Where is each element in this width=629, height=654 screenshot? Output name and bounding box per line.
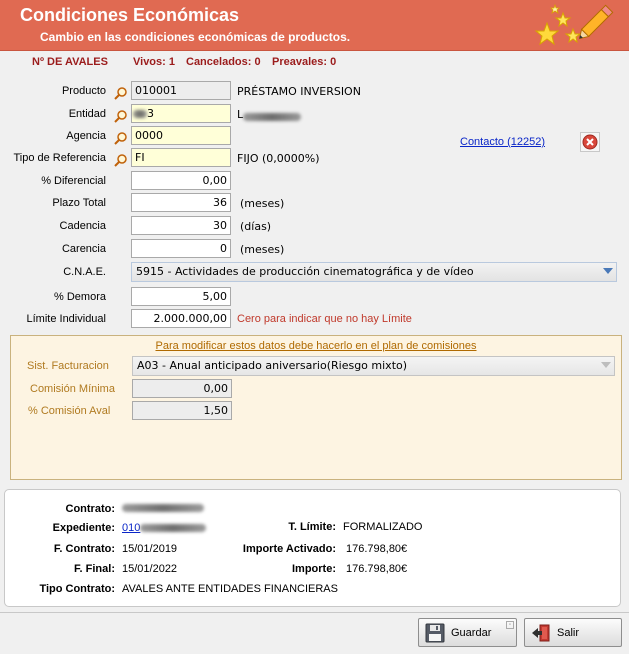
header-banner: Condiciones Económicas Cambio en las con…: [0, 0, 629, 51]
vivos-count: Vivos: 1: [133, 56, 175, 68]
demora-field[interactable]: 5,00: [131, 287, 231, 306]
carencia-unit: (meses): [240, 243, 285, 256]
stars-pencil-icon: [534, 3, 614, 46]
tipo-referencia-field[interactable]: FI: [131, 148, 231, 167]
cadencia-label: Cadencia: [59, 220, 106, 232]
limite-hint: Cero para indicar que no hay Límite: [237, 313, 412, 325]
cnae-value: 5915 - Actividades de producción cinemat…: [136, 265, 474, 278]
cnae-label: C.N.A.E.: [63, 266, 106, 278]
page-subtitle: Cambio en las condiciones económicas de …: [40, 30, 351, 44]
tipo-referencia-description: FIJO (0,0000%): [237, 152, 320, 165]
sist-facturacion-label: Sist. Facturacion: [27, 360, 109, 372]
page-title: Condiciones Económicas: [20, 5, 240, 25]
sist-facturacion-select: A03 - Anual anticipado aniversario(Riesg…: [132, 356, 615, 376]
importe-activado-label: Importe Activado:: [242, 543, 336, 555]
preavales-count: Preavales: 0: [272, 56, 337, 68]
magnifier-icon[interactable]: [114, 153, 128, 167]
contrato-label: Contrato:: [65, 503, 116, 515]
magnifier-icon[interactable]: [114, 131, 128, 145]
contacto-link[interactable]: Contacto (12252): [460, 136, 545, 148]
footer-divider: [0, 612, 629, 613]
comision-minima-field: 0,00: [132, 379, 232, 398]
t-limite-value: FORMALIZADO: [343, 521, 423, 533]
plazo-total-label: Plazo Total: [52, 197, 106, 209]
expediente-link[interactable]: 010: [122, 522, 140, 534]
comisiones-note-link[interactable]: Para modificar estos datos debe hacerlo …: [11, 340, 621, 352]
redacted-entidad: [133, 110, 147, 118]
plazo-total-field[interactable]: 36: [131, 193, 231, 212]
agencia-label: Agencia: [66, 130, 106, 142]
producto-description: PRÉSTAMO INVERSION: [237, 85, 361, 98]
save-disk-icon: [425, 623, 445, 642]
producto-field: 010001: [131, 81, 231, 100]
sist-facturacion-value: A03 - Anual anticipado aniversario(Riesg…: [137, 359, 408, 372]
exit-door-icon: [532, 624, 550, 641]
tipo-contrato-label: Tipo Contrato:: [39, 583, 115, 595]
f-final-value: 15/01/2022: [122, 563, 178, 575]
f-final-label: F. Final:: [74, 563, 115, 575]
cadencia-unit: (días): [240, 220, 272, 233]
f-contrato-value: 15/01/2019: [122, 543, 178, 555]
diferencial-field[interactable]: 0,00: [131, 171, 231, 190]
f-contrato-label: F. Contrato:: [53, 543, 115, 555]
importe-value: 176.798,80€: [346, 563, 408, 575]
chevron-down-icon: [601, 362, 611, 368]
shortcut-indicator-icon: ▫: [506, 621, 514, 629]
guardar-label: Guardar: [451, 626, 492, 639]
entidad-description: L: [237, 108, 244, 121]
comision-aval-field: 1,50: [132, 401, 232, 420]
contract-info-panel: Contrato: Expediente: 010 F. Contrato: 1…: [4, 489, 621, 607]
producto-label: Producto: [61, 85, 106, 97]
importe-activado-value: 176.798,80€: [346, 543, 408, 555]
salir-label: Salir: [557, 626, 580, 639]
chevron-down-icon: [603, 268, 613, 274]
redacted-entidad-name: [243, 113, 301, 121]
comisiones-panel: Para modificar estos datos debe hacerlo …: [10, 335, 622, 480]
diferencial-label: % Diferencial: [41, 175, 106, 187]
magnifier-icon[interactable]: [114, 86, 128, 100]
tipo-referencia-label: Tipo de Referencia: [13, 152, 106, 164]
avales-count-label: Nº DE AVALES: [32, 56, 108, 68]
limite-individual-field[interactable]: 2.000.000,00: [131, 309, 231, 328]
comision-aval-label: % Comisión Aval: [28, 405, 111, 417]
cnae-select[interactable]: 5915 - Actividades de producción cinemat…: [131, 262, 617, 282]
entidad-label: Entidad: [68, 108, 106, 120]
expediente-label: Expediente:: [52, 522, 115, 534]
cadencia-field[interactable]: 30: [131, 216, 231, 235]
importe-label: Importe:: [292, 563, 336, 575]
demora-label: % Demora: [54, 291, 106, 303]
magnifier-icon[interactable]: [114, 109, 128, 123]
carencia-field[interactable]: 0: [131, 239, 231, 258]
redacted-contrato-link[interactable]: [122, 504, 204, 512]
close-circle-icon[interactable]: [580, 132, 600, 152]
agencia-field[interactable]: 0000: [131, 126, 231, 145]
carencia-label: Carencia: [61, 243, 106, 255]
plazo-unit: (meses): [240, 197, 285, 210]
salir-button[interactable]: Salir: [524, 618, 622, 647]
cancelados-count: Cancelados: 0: [186, 56, 261, 68]
comision-minima-label: Comisión Mínima: [30, 383, 115, 395]
guardar-button[interactable]: Guardar ▫: [418, 618, 517, 647]
limite-individual-label: Límite Individual: [26, 313, 107, 325]
t-limite-label: T. Límite:: [288, 521, 336, 533]
tipo-contrato-value: AVALES ANTE ENTIDADES FINANCIERAS: [122, 583, 338, 595]
